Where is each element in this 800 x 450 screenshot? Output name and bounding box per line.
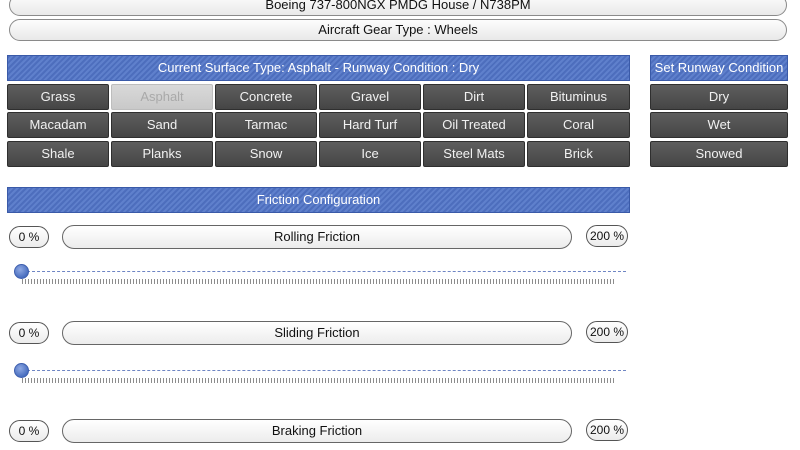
sliding-friction-label: Sliding Friction bbox=[62, 321, 572, 345]
rolling-friction-max-button[interactable]: 200 % bbox=[586, 225, 628, 247]
rolling-friction-min-button[interactable]: 0 % bbox=[9, 226, 49, 248]
sliding-friction-slider[interactable] bbox=[14, 361, 626, 385]
surface-button-macadam[interactable]: Macadam bbox=[7, 112, 109, 138]
surface-button-brick[interactable]: Brick bbox=[527, 141, 630, 167]
runway-condition-snowed-button[interactable]: Snowed bbox=[650, 141, 788, 167]
sliding-friction-min-button[interactable]: 0 % bbox=[9, 322, 49, 344]
surface-button-asphalt[interactable]: Asphalt bbox=[111, 84, 213, 110]
surface-button-gravel[interactable]: Gravel bbox=[319, 84, 421, 110]
surface-button-dirt[interactable]: Dirt bbox=[423, 84, 525, 110]
sliding-friction-max-button[interactable]: 200 % bbox=[586, 321, 628, 343]
surface-button-snow[interactable]: Snow bbox=[215, 141, 317, 167]
runway-condition-header: Set Runway Condition bbox=[650, 55, 788, 81]
surface-button-bituminus[interactable]: Bituminus bbox=[527, 84, 630, 110]
surface-button-concrete[interactable]: Concrete bbox=[215, 84, 317, 110]
surface-button-shale[interactable]: Shale bbox=[7, 141, 109, 167]
rolling-friction-slider-thumb[interactable] bbox=[14, 264, 29, 279]
runway-condition-wet-button[interactable]: Wet bbox=[650, 112, 788, 138]
surface-button-grass[interactable]: Grass bbox=[7, 84, 109, 110]
slider-ticks bbox=[22, 378, 616, 383]
slider-track bbox=[22, 271, 626, 272]
surface-button-tarmac[interactable]: Tarmac bbox=[215, 112, 317, 138]
surface-button-coral[interactable]: Coral bbox=[527, 112, 630, 138]
runway-condition-dry-button[interactable]: Dry bbox=[650, 84, 788, 110]
friction-configuration-header: Friction Configuration bbox=[7, 187, 630, 213]
surface-button-hard-turf[interactable]: Hard Turf bbox=[319, 112, 421, 138]
aircraft-gear-type: Aircraft Gear Type : Wheels bbox=[9, 19, 787, 41]
surface-button-planks[interactable]: Planks bbox=[111, 141, 213, 167]
surface-button-oil-treated[interactable]: Oil Treated bbox=[423, 112, 525, 138]
surface-button-steel-mats[interactable]: Steel Mats bbox=[423, 141, 525, 167]
rolling-friction-slider[interactable] bbox=[14, 262, 626, 286]
surface-type-header: Current Surface Type: Asphalt - Runway C… bbox=[7, 55, 630, 81]
slider-track bbox=[22, 370, 626, 371]
surface-button-sand[interactable]: Sand bbox=[111, 112, 213, 138]
braking-friction-min-button[interactable]: 0 % bbox=[9, 420, 49, 442]
rolling-friction-label: Rolling Friction bbox=[62, 225, 572, 249]
aircraft-title: Boeing 737-800NGX PMDG House / N738PM bbox=[9, 0, 787, 16]
surface-button-ice[interactable]: Ice bbox=[319, 141, 421, 167]
sliding-friction-slider-thumb[interactable] bbox=[14, 363, 29, 378]
braking-friction-label: Braking Friction bbox=[62, 419, 572, 443]
braking-friction-max-button[interactable]: 200 % bbox=[586, 419, 628, 441]
slider-ticks bbox=[22, 279, 616, 284]
